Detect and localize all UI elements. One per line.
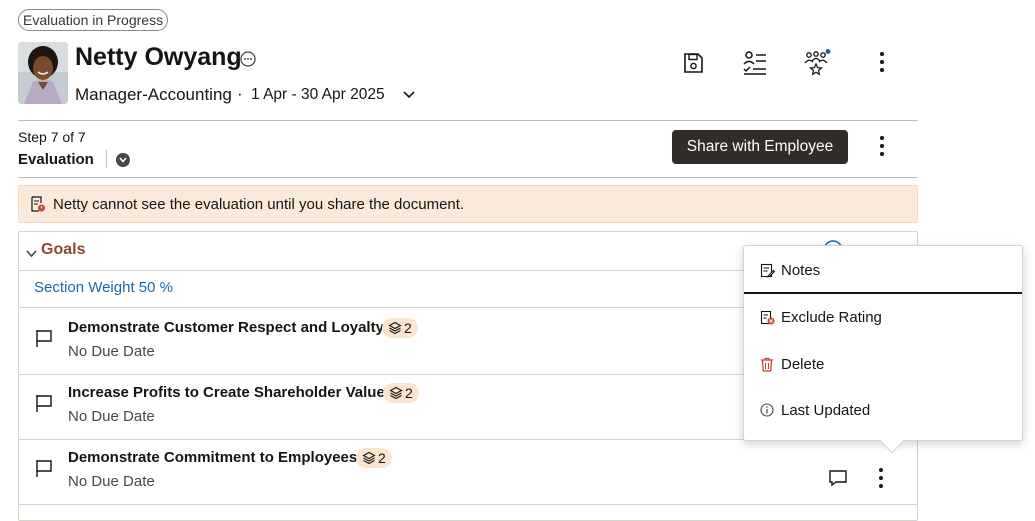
warning-banner: Netty cannot see the evaluation until yo… <box>18 185 918 223</box>
goal-more-icon[interactable] <box>867 464 895 492</box>
goal-due-date: No Due Date <box>68 473 155 490</box>
goals-section-title[interactable]: Goals <box>41 241 85 259</box>
step-label: Step 7 of 7 <box>18 129 86 145</box>
status-badge: Evaluation in Progress <box>18 9 169 31</box>
goals-more-icon[interactable] <box>879 238 885 250</box>
layers-icon <box>362 451 376 465</box>
exclude-rating-icon <box>759 309 775 325</box>
goal-due-date: No Due Date <box>68 408 155 425</box>
menu-pointer <box>879 439 905 454</box>
divider <box>19 504 917 505</box>
flag-icon <box>34 458 54 478</box>
checklist-icon[interactable] <box>741 49 769 77</box>
collapse-chevron-icon[interactable] <box>25 246 38 258</box>
separator: · <box>237 84 243 103</box>
layers-icon <box>389 386 403 400</box>
share-with-employee-button[interactable]: Share with Employee <box>672 130 848 164</box>
team-rating-icon[interactable] <box>803 49 831 77</box>
step-dropdown-icon[interactable] <box>116 153 130 167</box>
job-title: Manager-Accounting <box>75 85 232 104</box>
goal-title[interactable]: Increase Profits to Create Shareholder V… <box>68 384 385 401</box>
avatar <box>18 42 68 104</box>
step-more-icon[interactable] <box>868 132 896 160</box>
save-icon[interactable] <box>679 49 707 77</box>
goal-badge: 2 <box>356 448 392 468</box>
step-name: Evaluation <box>18 151 94 168</box>
info-icon <box>759 402 775 418</box>
goal-due-date: No Due Date <box>68 343 155 360</box>
notes-icon <box>759 262 775 278</box>
document-warning-icon <box>31 196 45 212</box>
step-divider-line <box>18 177 918 178</box>
more-actions-icon[interactable] <box>868 48 896 76</box>
goal-badge: 2 <box>382 318 418 338</box>
menu-item-delete[interactable]: Delete <box>744 341 1022 387</box>
trash-icon <box>759 356 775 372</box>
header-divider <box>18 120 918 121</box>
comment-icon[interactable] <box>824 464 852 492</box>
section-weight: Section Weight 50 % <box>34 279 173 296</box>
layers-icon <box>388 321 402 335</box>
flag-icon <box>34 393 54 413</box>
flag-icon <box>34 328 54 348</box>
menu-item-notes[interactable]: Notes <box>744 248 1022 294</box>
goal-actions-menu: Notes Exclude Rating Delete Last Updated <box>743 245 1023 441</box>
review-period: 1 Apr - 30 Apr 2025 <box>251 86 385 103</box>
employee-name: Netty Owyang <box>75 43 242 71</box>
menu-item-last-updated[interactable]: Last Updated <box>744 387 1022 433</box>
step-divider <box>106 150 107 168</box>
goal-title[interactable]: Demonstrate Commitment to Employees <box>68 449 357 466</box>
menu-item-exclude-rating[interactable]: Exclude Rating <box>744 294 1022 340</box>
banner-message: Netty cannot see the evaluation until yo… <box>53 195 465 213</box>
more-info-icon[interactable] <box>240 51 256 67</box>
goal-badge: 2 <box>383 383 419 403</box>
goal-title[interactable]: Demonstrate Customer Respect and Loyalty <box>68 319 384 336</box>
chevron-down-icon[interactable] <box>401 88 417 100</box>
